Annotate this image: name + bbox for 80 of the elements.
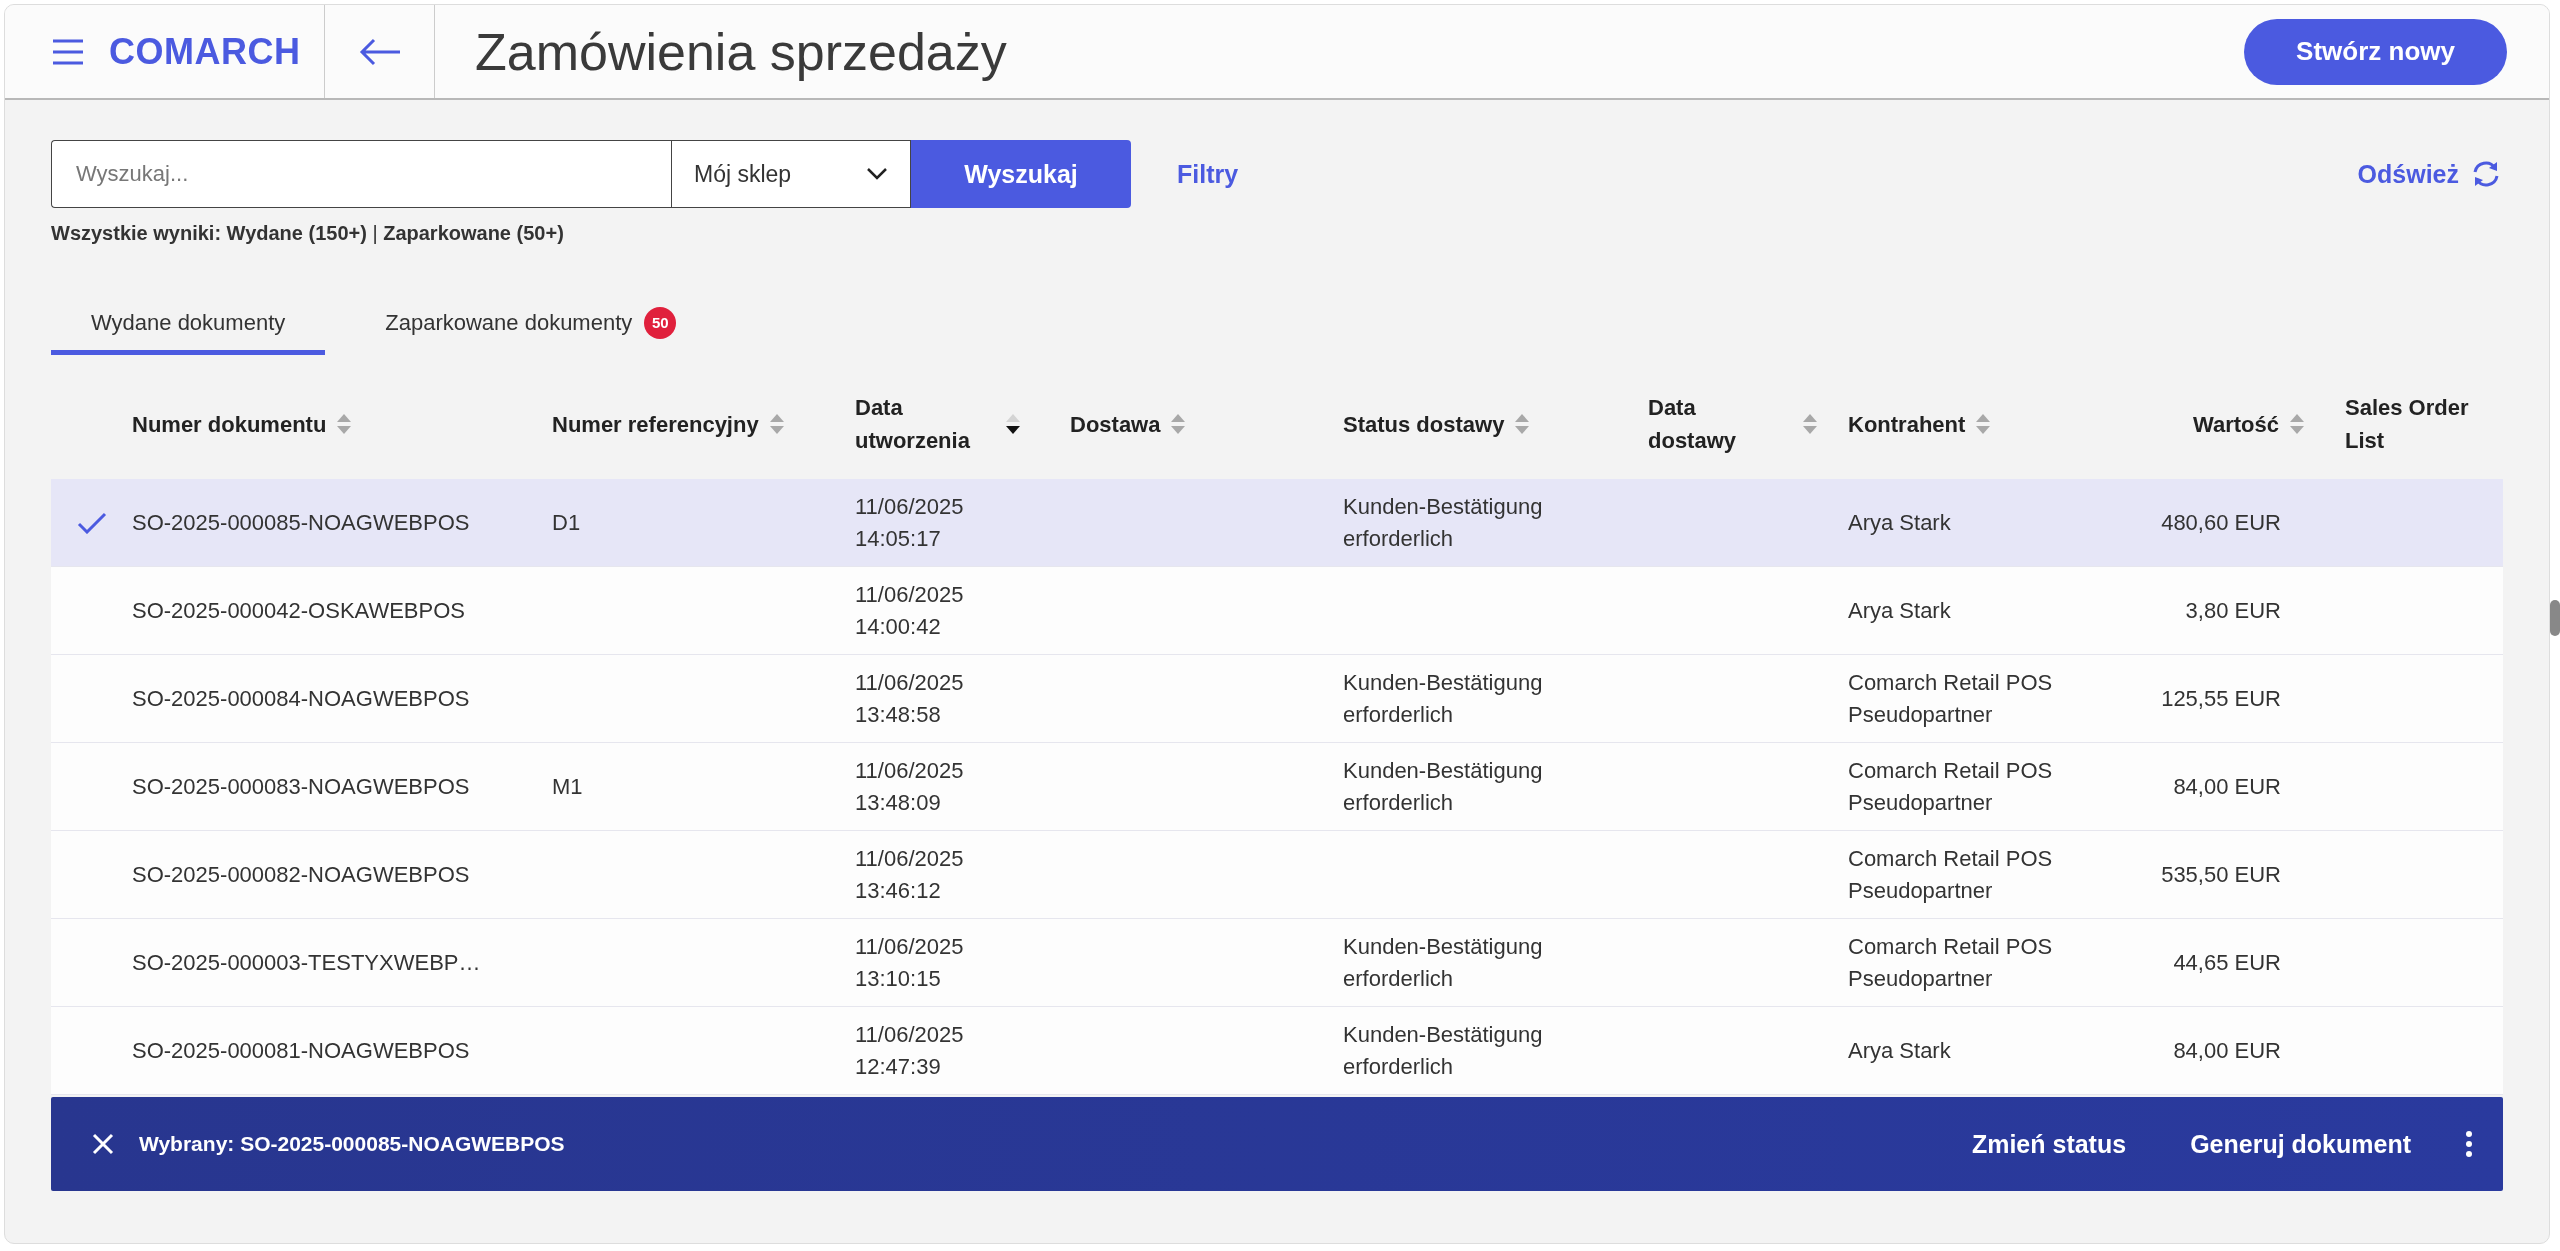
table-cell-text: 11/06/2025: [855, 844, 965, 873]
table-cell-text: Kunden-Bestätigung erforderlich: [1343, 932, 1544, 993]
filters-link[interactable]: Filtry: [1177, 159, 1239, 189]
store-dropdown[interactable]: Mój sklep: [671, 140, 911, 208]
table-cell-text: 125,55 EUR: [2161, 684, 2282, 713]
table-row[interactable]: SO-2025-000003-TESTYXWEBP… 11/06/2025 13:10:15 Kunden-Bestätigung erforderlich Comarch Retail POS Pseudopartner 44,65 EUR: [51, 919, 2503, 1007]
column-header[interactable]: Wartość: [2193, 407, 2279, 441]
table-cell-text: M1: [552, 772, 584, 801]
table-cell-text: Arya Stark: [1848, 1036, 1952, 1065]
column-header[interactable]: Sales Order List: [2345, 391, 2485, 457]
create-button[interactable]: Stwórz nowy: [2244, 18, 2507, 85]
table-cell-text: 13:48:58: [855, 700, 942, 729]
table-row[interactable]: SO-2025-000082-NOAGWEBPOS 11/06/2025 13:46:12 Comarch Retail POS Pseudopartner 535,50 EUR: [51, 831, 2503, 919]
table-cell-text: 535,50 EUR: [2161, 860, 2282, 889]
table-cell-text: 13:48:09: [855, 788, 942, 817]
table-row[interactable]: SO-2025-000083-NOAGWEBPOS M1 11/06/2025 13:48:09 Kunden-Bestätigung erforderlich Comarch Retail POS Pseudopartner 84,00 EUR: [51, 743, 2503, 831]
column-header[interactable]: Data dostawy: [1648, 391, 1788, 457]
table-cell-text: 3,80 EUR: [2185, 596, 2282, 625]
more-options-icon[interactable]: [2465, 1130, 2473, 1158]
table-cell-text: 14:00:42: [855, 612, 942, 641]
selected-document-label: Wybrany: SO-2025-000085-NOAGWEBPOS: [139, 1132, 566, 1156]
table-row[interactable]: SO-2025-000085-NOAGWEBPOS D1 11/06/2025 14:05:17 Kunden-Bestätigung erforderlich Arya Stark 480,60 EUR: [51, 479, 2503, 567]
back-arrow-icon[interactable]: [357, 36, 402, 67]
menu-icon[interactable]: [51, 37, 85, 66]
table-cell-text: Comarch Retail POS Pseudopartner: [1848, 756, 2054, 817]
table-cell-text: D1: [552, 508, 582, 537]
table-cell-text: Comarch Retail POS Pseudopartner: [1848, 932, 2054, 993]
table-row[interactable]: SO-2025-000081-NOAGWEBPOS 11/06/2025 12:47:39 Kunden-Bestätigung erforderlich Arya Stark 84,00 EUR: [51, 1007, 2503, 1095]
table-cell-text: Kunden-Bestätigung erforderlich: [1343, 668, 1544, 729]
table-cell-text: Arya Stark: [1848, 508, 1952, 537]
table-cell-text: 480,60 EUR: [2161, 508, 2282, 537]
table-cell-text: Comarch Retail POS Pseudopartner: [1848, 668, 2054, 729]
table-cell-text: 13:46:12: [855, 876, 942, 905]
table-cell-text: 84,00 EUR: [2173, 1036, 2282, 1065]
table-cell-text: 44,65 EUR: [2173, 948, 2282, 977]
table-row[interactable]: SO-2025-000042-OSKAWEBPOS 11/06/2025 14:00:42 Arya Stark 3,80 EUR: [51, 567, 2503, 655]
table-cell-text: 11/06/2025: [855, 932, 965, 961]
column-header[interactable]: Data utworzenia: [855, 391, 995, 457]
column-header[interactable]: Numer dokumentu: [132, 407, 327, 441]
table-cell-text: 11/06/2025: [855, 756, 965, 785]
count-badge: 50: [644, 306, 677, 339]
chevron-down-icon: [866, 167, 888, 181]
table-cell-text: 11/06/2025: [855, 668, 965, 697]
table-cell-text: SO-2025-000083-NOAGWEBPOS: [132, 772, 471, 801]
table-cell-text: SO-2025-000085-NOAGWEBPOS: [132, 508, 471, 537]
sort-icon[interactable]: [1005, 413, 1021, 435]
search-field[interactable]: Wyszukaj...: [51, 140, 671, 208]
table-cell-text: Kunden-Bestätigung erforderlich: [1343, 1020, 1544, 1081]
table-cell-text: 13:10:15: [855, 964, 942, 993]
table-row[interactable]: SO-2025-000084-NOAGWEBPOS 11/06/2025 13:48:58 Kunden-Bestätigung erforderlich Comarch Retail POS Pseudopartner 125,55 EUR: [51, 655, 2503, 743]
table-cell-text: 11/06/2025: [855, 580, 965, 609]
table-cell-text: SO-2025-000003-TESTYXWEBP…: [132, 948, 482, 977]
logo: COMARCH: [109, 30, 301, 73]
table-cell-text: 11/06/2025: [855, 492, 965, 521]
table-cell-text: SO-2025-000082-NOAGWEBPOS: [132, 860, 471, 889]
close-icon[interactable]: [91, 1132, 115, 1156]
column-header[interactable]: Dostawa: [1070, 407, 1161, 441]
table-cell-text: SO-2025-000081-NOAGWEBPOS: [132, 1036, 471, 1065]
table-cell-text: Comarch Retail POS Pseudopartner: [1848, 844, 2054, 905]
generate-document-button[interactable]: Generuj dokument: [2184, 1128, 2417, 1160]
results-summary: Wszystkie wyniki: Wydane (150+) | Zaparkowane (50+): [51, 222, 565, 245]
tab[interactable]: Wydane dokumenty: [51, 295, 326, 355]
table-cell-text: 11/06/2025: [855, 1020, 965, 1049]
column-header[interactable]: Kontrahent: [1848, 407, 1966, 441]
page-title: Zamówienia sprzedaży: [475, 21, 1008, 82]
column-header[interactable]: Status dostawy: [1343, 407, 1505, 441]
table-cell-text: Arya Stark: [1848, 596, 1952, 625]
table-cell-text: 12:47:39: [855, 1052, 942, 1081]
tab[interactable]: Zaparkowane dokumenty 50: [345, 295, 717, 355]
scrollbar-thumb[interactable]: [2550, 600, 2560, 636]
table-cell-text: 84,00 EUR: [2173, 772, 2282, 801]
table-cell-text: Kunden-Bestätigung erforderlich: [1343, 492, 1544, 553]
table-cell-text: SO-2025-000042-OSKAWEBPOS: [132, 596, 466, 625]
change-status-button[interactable]: Zmień status: [1965, 1128, 2133, 1160]
column-header[interactable]: Numer referencyjny: [552, 407, 759, 441]
table-cell-text: Kunden-Bestätigung erforderlich: [1343, 756, 1544, 817]
search-button[interactable]: Wyszukaj: [911, 140, 1131, 208]
table-cell-text: 14:05:17: [855, 524, 942, 553]
refresh-button[interactable]: Odśwież: [2357, 159, 2503, 189]
table-cell-text: SO-2025-000084-NOAGWEBPOS: [132, 684, 471, 713]
